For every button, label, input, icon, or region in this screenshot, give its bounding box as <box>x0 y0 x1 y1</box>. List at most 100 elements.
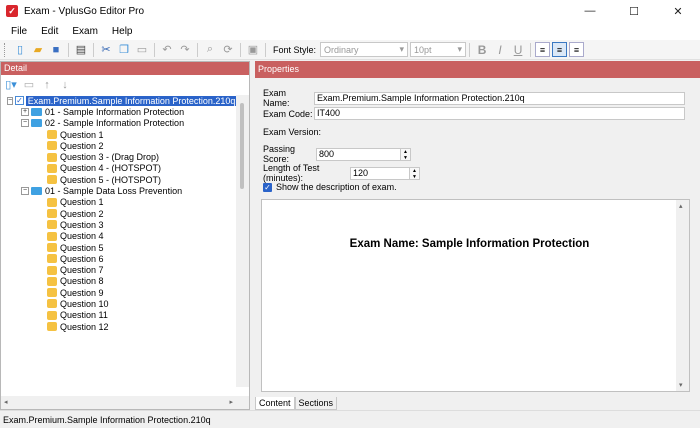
font-size-select[interactable]: 10pt ▾ <box>410 42 467 57</box>
tab-content[interactable]: Content <box>255 397 295 410</box>
tree-question-item[interactable]: Question 2 <box>1 208 236 219</box>
question-icon <box>47 276 57 286</box>
tree-section-label: 01 - Sample Data Loss Prevention <box>45 186 183 197</box>
tree-question-item[interactable]: Question 10 <box>1 298 236 309</box>
exam-version-label: Exam Version: <box>263 127 322 137</box>
length-row: Length of Test (minutes): 120 ▲ ▼ <box>263 163 420 183</box>
redo-icon[interactable]: ↷ <box>177 42 193 58</box>
question-icon <box>47 163 57 173</box>
exam-tree[interactable]: − ✓ Exam.Premium.Sample Information Protec… <box>1 95 236 399</box>
open-folder-icon[interactable]: ▰ <box>30 42 46 58</box>
tree-question-item[interactable]: Question 3 <box>1 219 236 230</box>
tree-question-label: Question 10 <box>60 298 109 309</box>
italic-button[interactable]: I <box>492 42 508 58</box>
content-heading: Exam Name: Sample Information Protection <box>349 238 590 250</box>
undo-icon[interactable]: ↶ <box>159 42 175 58</box>
spin-down-icon[interactable]: ▼ <box>410 174 419 180</box>
question-icon <box>47 152 57 162</box>
add-item-icon[interactable]: ▯▾ <box>4 78 18 92</box>
tree-root-item[interactable]: − ✓ Exam.Premium.Sample Information Protec… <box>1 95 236 106</box>
tree-section-item[interactable]: − 02 - Sample Information Protection <box>1 118 236 129</box>
tree-question-item[interactable]: Question 2 <box>1 140 236 151</box>
maximize-button[interactable]: ☐ <box>612 0 656 22</box>
menu-exam[interactable]: Exam <box>65 26 105 37</box>
tree-question-item[interactable]: Question 4 - (HOTSPOT) <box>1 163 236 174</box>
tree-question-item[interactable]: Question 12 <box>1 321 236 332</box>
spin-down-icon[interactable]: ▼ <box>401 155 410 161</box>
tree-question-label: Question 8 <box>60 276 104 287</box>
app-logo-icon: ✓ <box>6 5 18 17</box>
replace-icon[interactable]: ⟳ <box>220 42 236 58</box>
tree-question-item[interactable]: Question 1 <box>1 197 236 208</box>
underline-button[interactable]: U <box>510 42 526 58</box>
menu-help[interactable]: Help <box>105 26 140 37</box>
align-center-icon[interactable]: ≡ <box>552 42 568 57</box>
new-file-icon[interactable]: ▯ <box>12 42 28 58</box>
tree-question-item[interactable]: Question 11 <box>1 310 236 321</box>
tree-question-label: Question 2 <box>60 208 104 219</box>
exam-code-field[interactable]: IT400 <box>314 107 685 120</box>
move-down-icon[interactable]: ↓ <box>58 78 72 92</box>
content-vertical-scrollbar[interactable]: ▴ ▾ <box>676 200 689 391</box>
show-description-checkbox[interactable]: ✓ <box>263 182 272 192</box>
tree-question-item[interactable]: Question 4 <box>1 231 236 242</box>
exam-name-field[interactable]: Exam.Premium.Sample Information Protecti… <box>314 91 685 105</box>
toolbar-grip[interactable] <box>4 42 7 57</box>
align-right-icon[interactable]: ≡ <box>569 42 585 57</box>
question-icon <box>47 209 57 219</box>
tree-question-item[interactable]: Question 9 <box>1 287 236 298</box>
toolbar: ▯ ▰ ■ ▤ ✂ ❐ ▭ ↶ ↷ ⌕ ⟳ ▣ Font Style: Ordi… <box>0 40 700 60</box>
paste-icon[interactable]: ▭ <box>134 42 150 58</box>
question-icon <box>47 254 57 264</box>
length-field[interactable]: 120 <box>350 166 410 180</box>
move-up-icon[interactable]: ↑ <box>40 78 54 92</box>
scroll-left-icon[interactable]: ◂ <box>4 398 8 406</box>
cut-icon[interactable]: ✂ <box>98 42 114 58</box>
scroll-up-icon[interactable]: ▴ <box>679 202 683 210</box>
find-icon[interactable]: ⌕ <box>202 42 218 58</box>
tree-question-item[interactable]: Question 5 <box>1 242 236 253</box>
scroll-thumb[interactable] <box>240 103 244 189</box>
font-style-label: Font Style: <box>273 44 317 55</box>
tree-question-item[interactable]: Question 7 <box>1 264 236 275</box>
print-icon[interactable]: ▤ <box>73 42 89 58</box>
close-button[interactable]: ✕ <box>656 0 700 22</box>
image-icon[interactable]: ▣ <box>245 42 261 58</box>
tree-vertical-scrollbar[interactable] <box>236 95 249 387</box>
passing-score-field[interactable]: 800 <box>316 147 401 161</box>
section-folder-icon <box>31 187 42 196</box>
menu-file[interactable]: File <box>4 26 34 37</box>
tree-question-item[interactable]: Question 1 <box>1 129 236 140</box>
content-editor[interactable]: Exam Name: Sample Information Protection… <box>261 199 690 392</box>
scroll-down-icon[interactable]: ▾ <box>679 381 683 389</box>
tree-question-item[interactable]: Question 6 <box>1 253 236 264</box>
collapse-icon[interactable]: − <box>21 187 29 196</box>
tree-section-item[interactable]: − 01 - Sample Data Loss Prevention <box>1 185 236 196</box>
tree-question-item[interactable]: Question 3 - (Drag Drop) <box>1 151 236 162</box>
length-stepper[interactable]: ▲ ▼ <box>410 166 420 180</box>
passing-score-stepper[interactable]: ▲ ▼ <box>401 147 411 161</box>
collapse-icon[interactable]: − <box>7 96 14 105</box>
tree-question-item[interactable]: Question 8 <box>1 276 236 287</box>
bold-button[interactable]: B <box>474 42 490 58</box>
tree-section-item[interactable]: +01 - Sample Information Protection <box>1 106 236 117</box>
tree-horizontal-scrollbar[interactable]: ◂ ▸ <box>1 396 249 409</box>
copy-icon[interactable]: ❐ <box>116 42 132 58</box>
expand-icon[interactable]: + <box>21 107 29 116</box>
scroll-right-icon[interactable]: ▸ <box>229 398 233 406</box>
menu-bar: File Edit Exam Help <box>0 22 700 40</box>
font-style-select[interactable]: Ordinary ▾ <box>320 42 409 57</box>
menu-edit[interactable]: Edit <box>34 26 65 37</box>
tab-sections[interactable]: Sections <box>294 397 338 410</box>
toolbar-separator <box>265 42 266 57</box>
exam-name-row: Exam Name: Exam.Premium.Sample Informati… <box>263 88 685 108</box>
tree-question-item[interactable]: Question 5 - (HOTSPOT) <box>1 174 236 185</box>
save-icon[interactable]: ■ <box>48 42 64 58</box>
tree-question-label: Question 2 <box>60 140 104 151</box>
delete-item-icon[interactable]: ▭ <box>22 78 36 92</box>
exam-check-icon: ✓ <box>15 96 24 106</box>
show-description-label[interactable]: Show the description of exam. <box>276 182 397 192</box>
minimize-button[interactable]: — <box>568 0 612 22</box>
align-left-icon[interactable]: ≡ <box>535 42 551 57</box>
collapse-icon[interactable]: − <box>21 119 29 128</box>
